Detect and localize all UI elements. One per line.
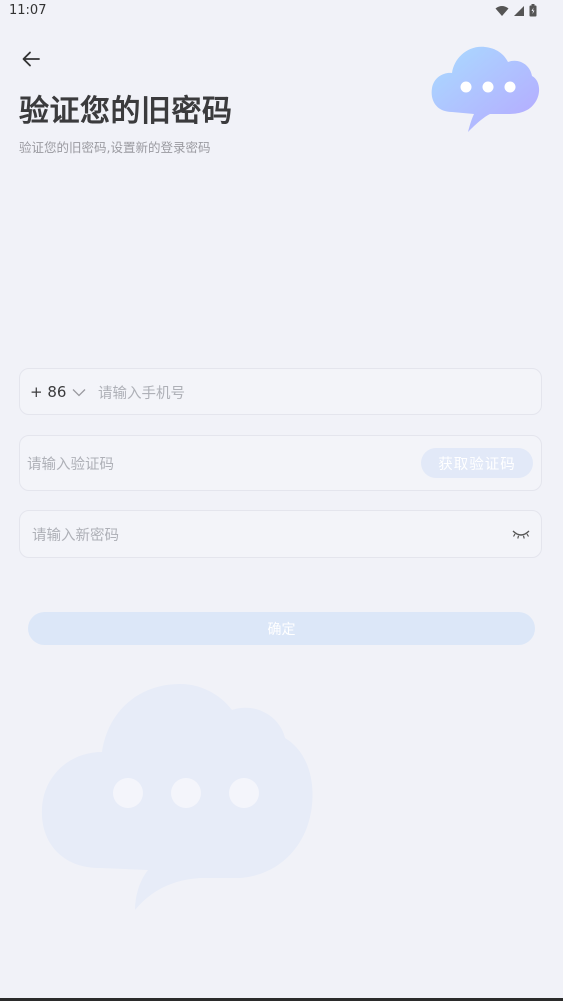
wifi-icon (495, 5, 509, 16)
verification-code-input[interactable] (25, 453, 389, 477)
status-time: 11:07 (9, 3, 47, 18)
page-title: 验证您的旧密码 (19, 94, 233, 129)
new-password-field (19, 510, 542, 558)
phone-field: + 86 (19, 368, 542, 415)
signal-icon (514, 5, 524, 16)
arrow-left-icon (22, 51, 40, 67)
confirm-button[interactable]: 确定 (28, 612, 535, 645)
page-subtitle: 验证您的旧密码,设置新的登录密码 (19, 140, 211, 155)
status-bar: 11:07 (0, 0, 563, 24)
chevron-down-icon (72, 388, 86, 396)
phone-input[interactable] (96, 382, 520, 406)
new-password-input[interactable] (30, 524, 494, 548)
verification-code-field: 获取验证码 (19, 435, 542, 491)
battery-icon (529, 4, 537, 17)
country-code-selector[interactable]: + 86 (30, 383, 86, 401)
chat-cloud-icon (431, 46, 540, 132)
chat-cloud-watermark-icon (41, 684, 313, 910)
status-icons (495, 4, 537, 17)
country-code-label: + 86 (30, 383, 67, 401)
eye-closed-icon[interactable] (511, 527, 531, 541)
get-code-button[interactable]: 获取验证码 (421, 448, 533, 478)
back-button[interactable] (18, 46, 44, 72)
